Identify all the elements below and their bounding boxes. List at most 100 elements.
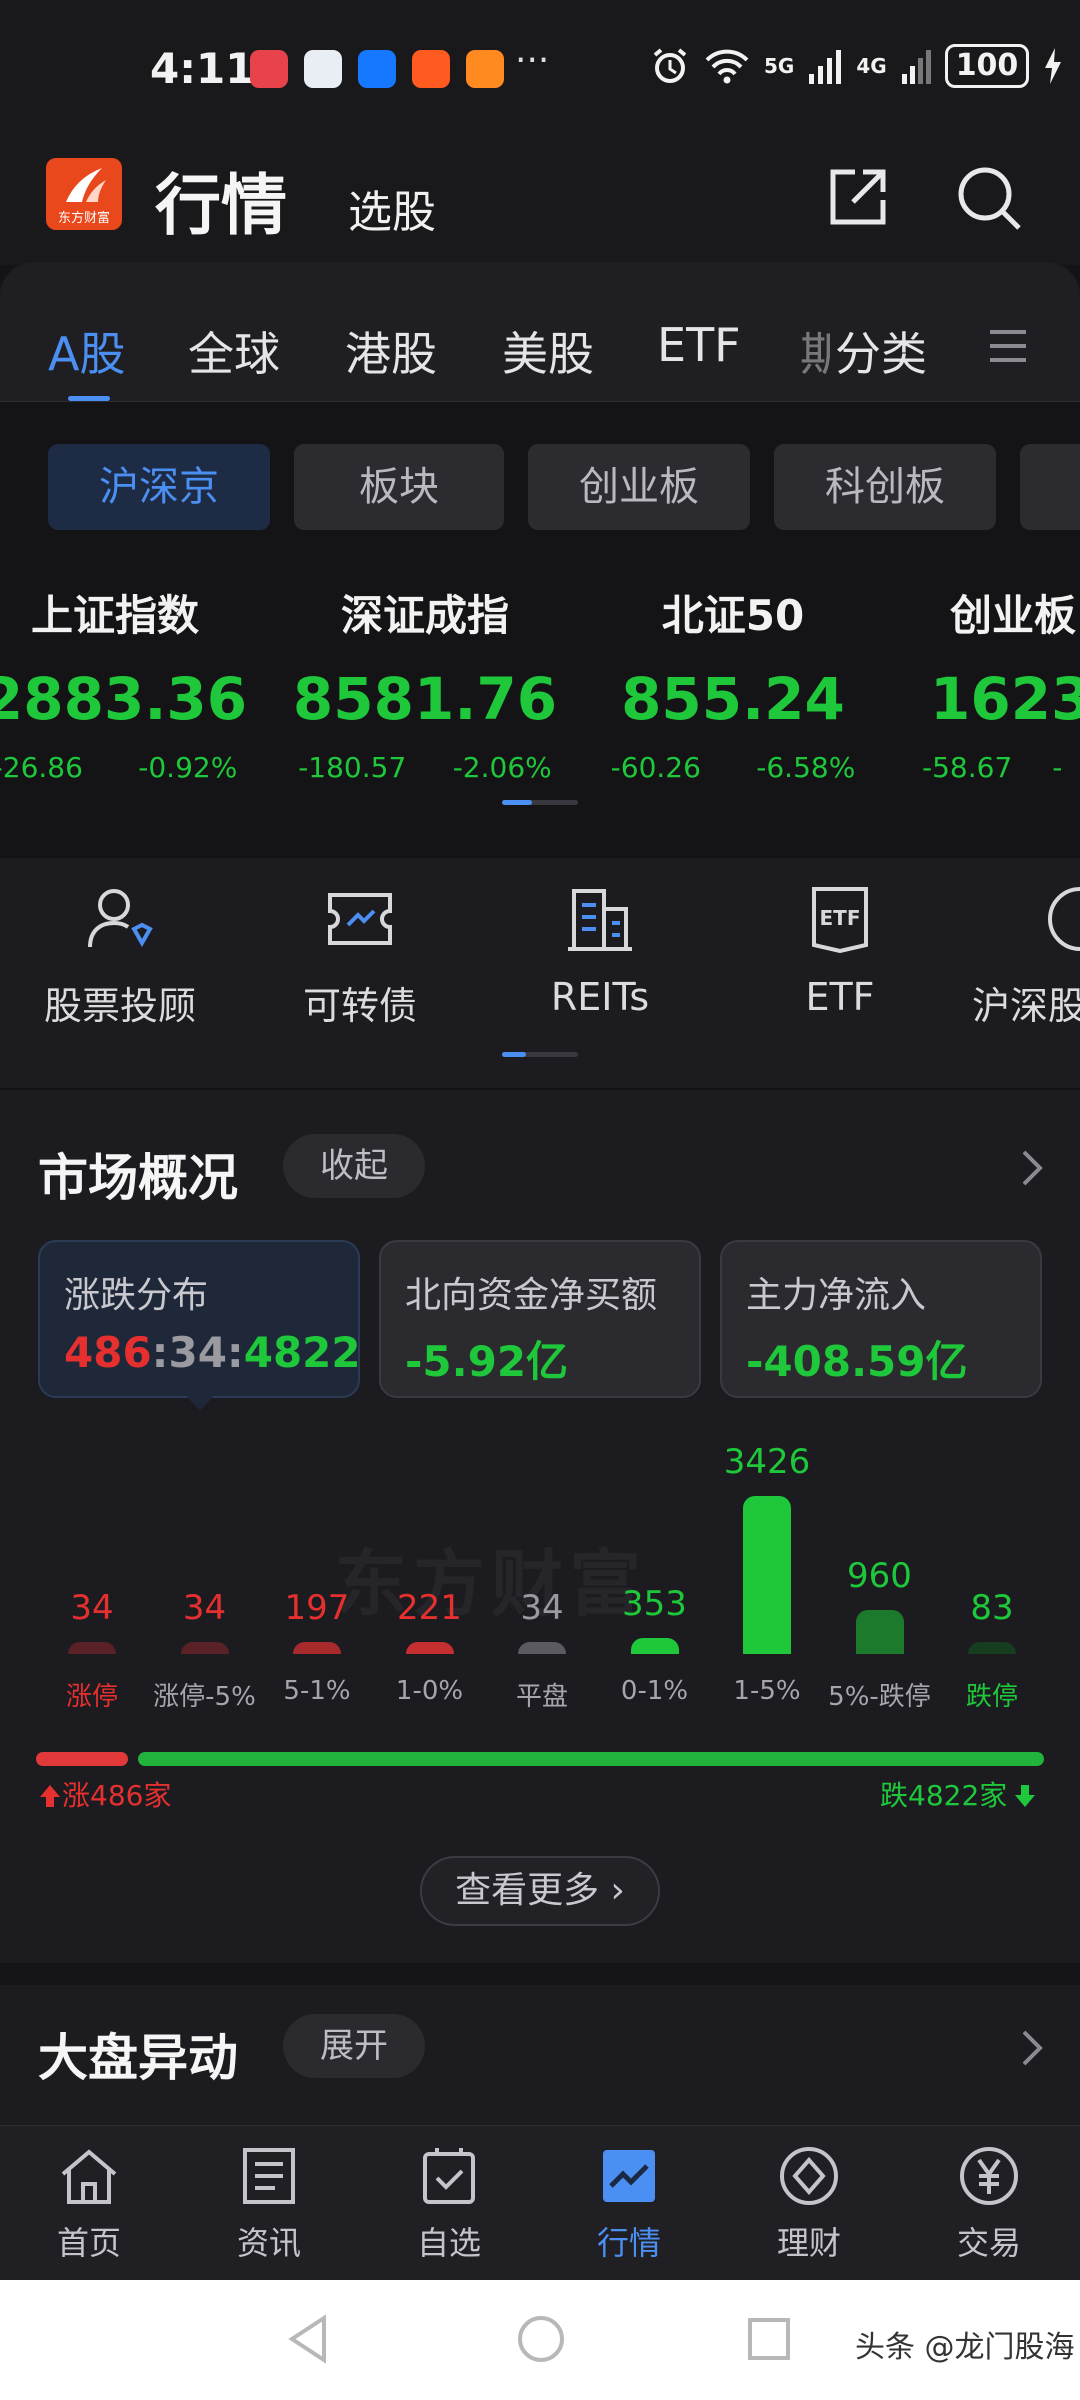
search-icon xyxy=(958,167,1021,230)
tool-label: REITs xyxy=(550,975,650,1019)
collapse-button[interactable]: 收起 xyxy=(283,1134,425,1198)
index-change: -60.26 xyxy=(610,751,701,784)
chip-more[interactable] xyxy=(1020,444,1080,530)
distribution-bar xyxy=(293,1642,341,1654)
nav-home[interactable]: 首页 xyxy=(24,2146,154,2264)
chevron-right-icon: › xyxy=(610,1870,625,1911)
index-value: 2883.36 xyxy=(0,665,248,733)
index-change: -180.57 xyxy=(298,751,407,784)
logo-text: 东方财富 xyxy=(57,211,110,226)
search-button[interactable] xyxy=(955,164,1023,236)
chip-shanghai-shenzhen[interactable]: 沪深京 xyxy=(48,444,270,530)
index-card-szse[interactable]: 深证成指 8581.76 -180.57 -2.06% xyxy=(275,582,575,784)
watermark-credit: 头条 @龙门股海 xyxy=(855,2330,1075,2365)
etf-circle-icon xyxy=(1048,887,1080,951)
tool-label: ETF xyxy=(805,975,875,1019)
news-icon xyxy=(243,2148,295,2204)
rise-fall-distribution-card[interactable]: 涨跌分布 486:34:4822 xyxy=(38,1240,361,1398)
bar-category-label: 1-0% xyxy=(395,1676,464,1706)
nav-watchlist[interactable]: 自选 xyxy=(384,2146,514,2264)
trade-icon xyxy=(960,2147,1018,2205)
tool-hs-stocks[interactable]: 沪深股 xyxy=(960,885,1080,1030)
signal-5g-icon xyxy=(809,50,842,84)
index-name: 深证成指 xyxy=(340,591,509,640)
eastmoney-app-icon xyxy=(412,50,450,88)
index-card-chinext[interactable]: 创业板 1623. -58.67 - xyxy=(890,582,1080,784)
tab-futures[interactable]: 期 xyxy=(800,318,830,384)
stat-label: 北向资金净买额 xyxy=(405,1275,658,1316)
main-flow-card[interactable]: 主力净流入 -408.59亿 xyxy=(720,1240,1042,1398)
share-icon xyxy=(830,169,886,225)
nav-news[interactable]: 资讯 xyxy=(204,2146,334,2264)
wifi-icon xyxy=(705,49,749,84)
bar-category-label: 0-1% xyxy=(620,1676,689,1706)
tab-a-shares[interactable]: A股 xyxy=(48,318,125,384)
rise-fall-counts: 486:34:4822 xyxy=(64,1328,361,1377)
ratio-up-bar xyxy=(36,1752,128,1766)
index-card-sse[interactable]: 上证指数 2883.36 -26.86 -0.92% xyxy=(0,582,265,784)
index-value: 855.24 xyxy=(621,665,845,733)
index-value: 1623. xyxy=(930,665,1080,733)
bottom-navigation: 首页 资讯 自选 行情 理财 交易 xyxy=(0,2125,1080,2280)
home-circle-icon[interactable] xyxy=(516,2314,566,2364)
tab-category[interactable]: 分类 xyxy=(835,318,927,384)
stock-picker-tab[interactable]: 选股 xyxy=(348,176,436,240)
chip-sectors[interactable]: 板块 xyxy=(294,444,504,530)
tools-pager-active xyxy=(502,1052,526,1057)
bar-value-label: 960 xyxy=(847,1555,912,1596)
distribution-bar xyxy=(518,1642,566,1654)
stat-value: -5.92亿 xyxy=(405,1337,569,1386)
card-pointer-icon xyxy=(186,1396,214,1410)
index-change-pct: - xyxy=(1052,751,1063,784)
tab-etf[interactable]: ETF xyxy=(657,318,741,372)
network-5g-label: 5G xyxy=(764,54,795,78)
bar-category-label: 平盘 xyxy=(515,1682,568,1712)
menu-icon xyxy=(990,330,1026,362)
stat-label: 主力净流入 xyxy=(746,1275,927,1316)
bar-category-label: 1-5% xyxy=(733,1676,801,1706)
advisor-icon xyxy=(88,889,153,948)
share-button[interactable] xyxy=(825,166,889,234)
view-more-button[interactable]: 查看更多 › xyxy=(420,1856,660,1926)
huawei-app-icon xyxy=(250,50,288,88)
chevron-right-icon[interactable] xyxy=(1020,2028,1044,2068)
overview-title: 市场概况 xyxy=(38,1149,238,1207)
distribution-bar xyxy=(855,1609,904,1654)
back-icon[interactable] xyxy=(286,2314,330,2364)
index-pager-active xyxy=(502,800,532,805)
bond-icon xyxy=(328,893,392,945)
bar-category-label: 跌停 xyxy=(965,1682,1018,1712)
tool-stock-advisor[interactable]: 股票投顾 xyxy=(20,885,220,1030)
tool-reits[interactable]: REITs xyxy=(500,885,700,1019)
down-count-label: 跌4822家 xyxy=(880,1774,1037,1814)
expand-button[interactable]: 展开 xyxy=(283,2014,425,2078)
chip-star-market[interactable]: 科创板 xyxy=(774,444,996,530)
index-change-pct: -2.06% xyxy=(452,751,552,784)
recents-icon[interactable] xyxy=(746,2314,792,2364)
index-change-pct: -0.92% xyxy=(138,751,238,784)
nav-finance[interactable]: 理财 xyxy=(744,2146,874,2264)
chevron-right-icon[interactable] xyxy=(1020,1148,1044,1188)
tab-us[interactable]: 美股 xyxy=(502,318,594,384)
alarm-icon xyxy=(653,48,687,83)
bar-value-label: 34 xyxy=(520,1588,564,1628)
arrow-up-icon xyxy=(40,1785,60,1807)
chip-chinext[interactable]: 创业板 xyxy=(528,444,750,530)
northbound-flow-card[interactable]: 北向资金净买额 -5.92亿 xyxy=(379,1240,701,1398)
tab-menu-button[interactable] xyxy=(988,326,1028,370)
index-card-bse50[interactable]: 北证50 855.24 -60.26 -6.58% xyxy=(583,582,883,784)
distribution-bar xyxy=(68,1642,116,1654)
cartoon-app-icon xyxy=(304,50,342,88)
tool-etf[interactable]: ETF ETF xyxy=(740,885,940,1019)
bar-category-label: 5-1% xyxy=(283,1676,351,1706)
nav-trade[interactable]: 交易 xyxy=(924,2146,1054,2264)
tab-hk[interactable]: 港股 xyxy=(345,318,437,384)
bar-value-label: 3426 xyxy=(723,1442,811,1482)
nav-market[interactable]: 行情 xyxy=(564,2146,694,2264)
tool-convertible-bond[interactable]: 可转债 xyxy=(260,885,460,1030)
app-header: 东方财富 行情 选股 xyxy=(0,140,1080,265)
etf-icon: ETF xyxy=(812,887,868,953)
tab-global[interactable]: 全球 xyxy=(188,318,280,384)
watchlist-icon xyxy=(423,2148,475,2204)
tool-label: 沪深股 xyxy=(972,984,1080,1028)
